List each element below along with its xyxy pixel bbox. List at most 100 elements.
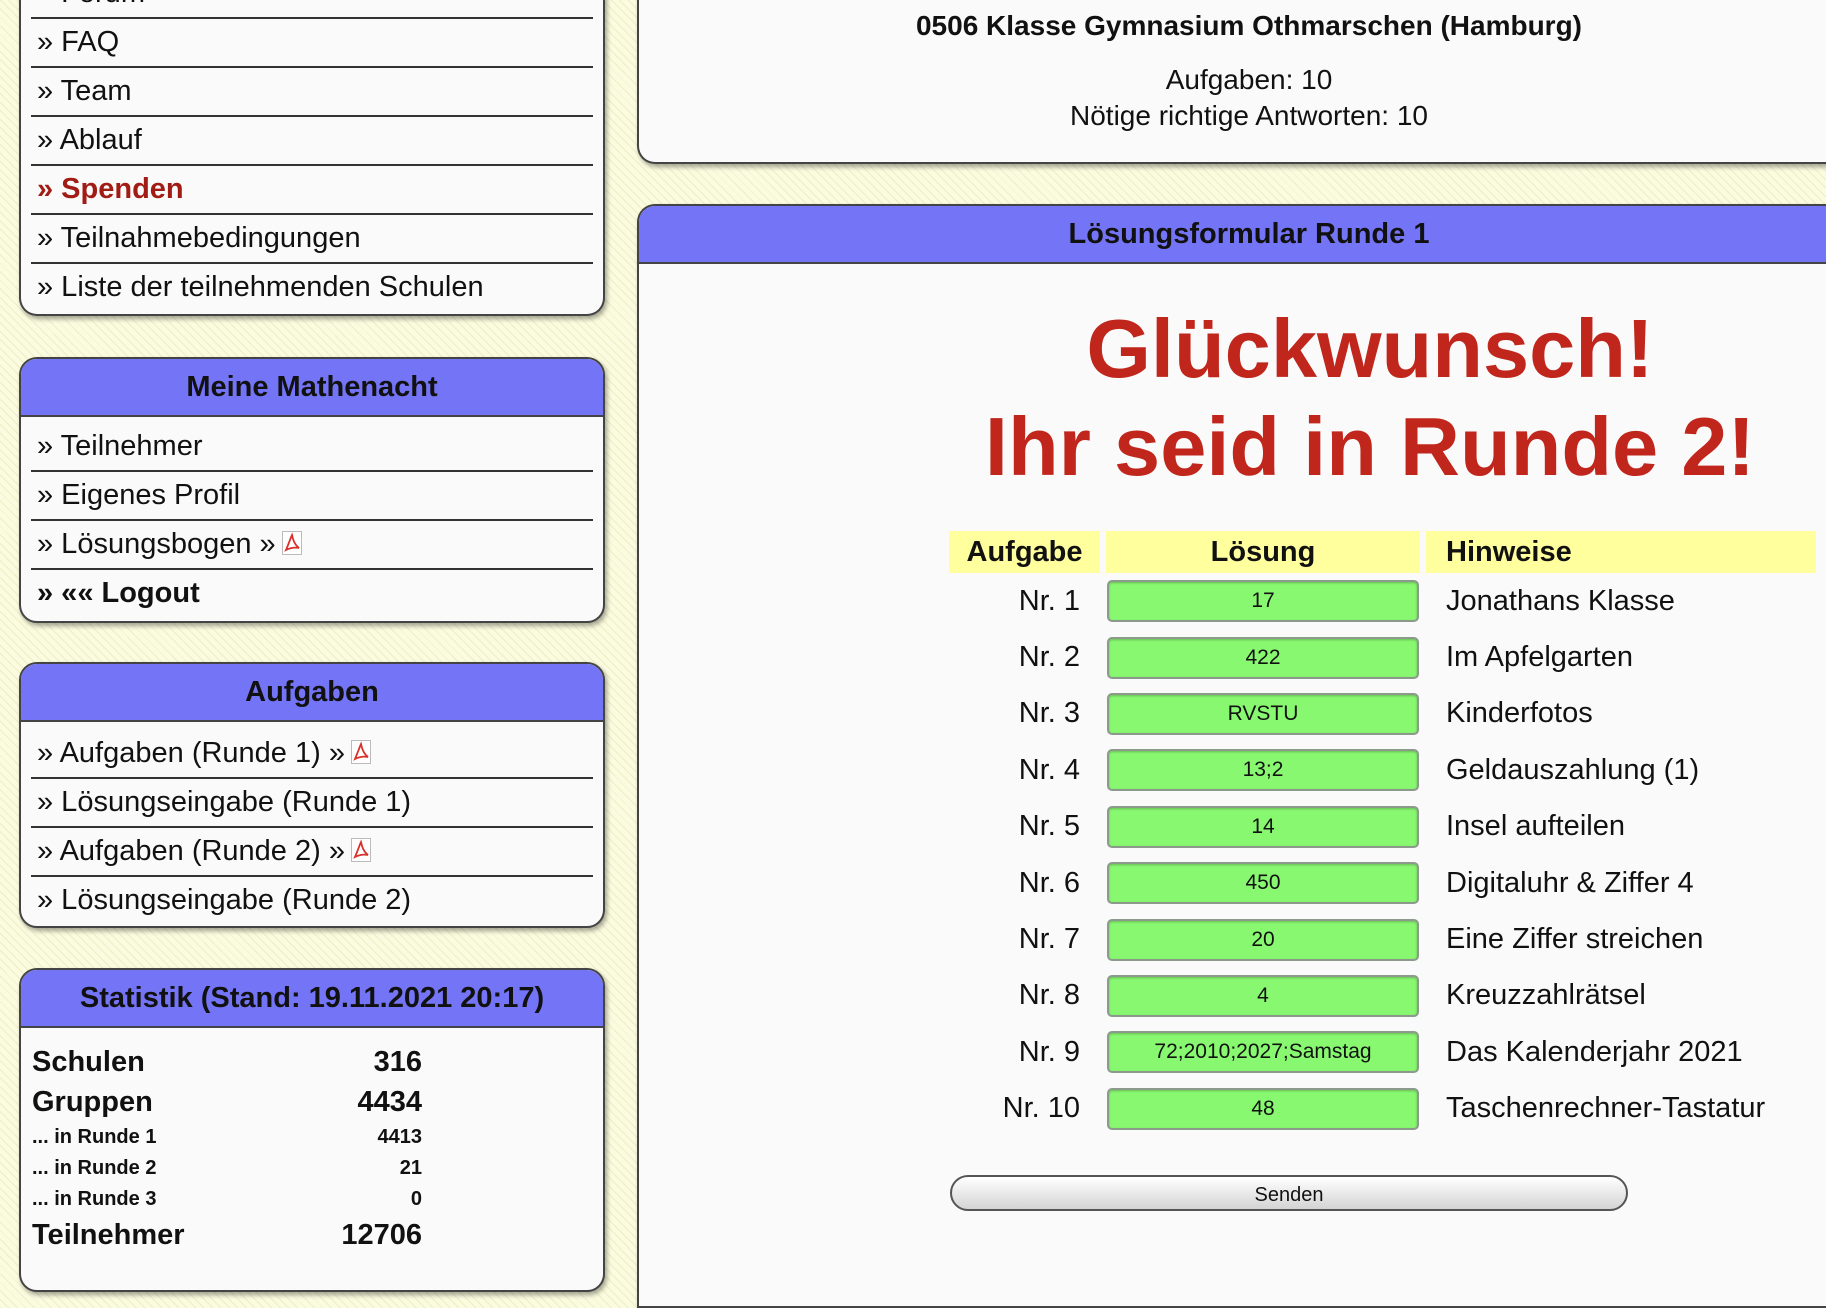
stat-label: Teilnehmer	[32, 1218, 185, 1251]
stat-row: ... in Runde 3 0	[32, 1184, 422, 1215]
answer-field[interactable]: 14	[1107, 805, 1419, 848]
table-row: Nr. 9 72;2010;2027;Samstag Das Kalenderjah…	[949, 1024, 1816, 1080]
hint-text: Jonathans Klasse	[1446, 584, 1675, 617]
stat-row: ... in Runde 1 4413	[32, 1122, 422, 1153]
col-header-aufgabe: Aufgabe	[949, 531, 1100, 573]
table-row: Nr. 6 450 Digitaluhr & Ziffer 4	[949, 855, 1816, 911]
meine-mathenacht-nav: » Teilnehmer » Eigenes Profil » Lösungsb…	[21, 417, 603, 617]
table-row: Nr. 2 422 Im Apfelgarten	[949, 629, 1816, 685]
nav-item-loesungseingabe-runde2[interactable]: » Lösungseingabe (Runde 2)	[31, 877, 593, 924]
answer-field[interactable]: 4	[1107, 974, 1419, 1017]
nav-item-teilnahmebedingungen[interactable]: » Teilnahmebedingungen	[31, 215, 593, 264]
team-class-name: 0506 Klasse Gymnasium Othmarschen (Hambu…	[915, 10, 1582, 41]
pdf-icon[interactable]	[281, 531, 302, 555]
hint-text: Kreuzzahlrätsel	[1446, 979, 1646, 1012]
stat-label: ... in Runde 3	[32, 1188, 157, 1210]
aufgabe-nr: Nr. 2	[1018, 641, 1080, 674]
nav-item-schulliste[interactable]: » Liste der teilnehmenden Schulen	[31, 264, 593, 311]
aufgabe-nr: Nr. 6	[1018, 866, 1080, 899]
main-nav-box: » Forum » FAQ » Team » Ablauf » Spenden …	[19, 0, 605, 316]
team-info-box: 0506 Klasse Gymnasium Othmarschen (Hambu…	[637, 0, 1826, 164]
answer-field[interactable]: 422	[1107, 636, 1419, 679]
meine-mathenacht-title: Meine Mathenacht	[21, 359, 603, 417]
table-row: Nr. 5 14 Insel aufteilen	[949, 799, 1816, 855]
congrats-message: Glückwunsch! Ihr seid in Runde 2!	[940, 300, 1800, 496]
stat-label: ... in Runde 2	[32, 1157, 157, 1179]
nav-item-faq[interactable]: » FAQ	[31, 19, 593, 68]
table-row: Nr. 10 48 Taschenrechner-Tastatur	[949, 1081, 1816, 1137]
nav-item-logout[interactable]: » «« Logout	[31, 570, 593, 617]
pdf-icon[interactable]	[350, 838, 371, 862]
stat-row: ... in Runde 2 21	[32, 1153, 422, 1184]
main-nav: » Forum » FAQ » Team » Ablauf » Spenden …	[21, 0, 603, 311]
nav-item-loesungsbogen-label: » Lösungsbogen »	[37, 528, 276, 560]
table-row: Nr. 7 20 Eine Ziffer streichen	[949, 911, 1816, 967]
stat-value: 4413	[377, 1126, 423, 1148]
aufgaben-box: Aufgaben » Aufgaben (Runde 1) » » Lösung…	[19, 662, 605, 928]
answer-field[interactable]: 20	[1107, 918, 1419, 961]
stat-row: Gruppen 4434	[32, 1082, 422, 1122]
stat-label: Schulen	[32, 1045, 145, 1078]
nav-item-loesungsbogen[interactable]: » Lösungsbogen »	[31, 521, 593, 570]
nav-item-aufgaben-runde2-label: » Aufgaben (Runde 2) »	[37, 835, 345, 867]
stat-row: Teilnehmer 12706	[32, 1215, 422, 1255]
noetige-antworten: Nötige richtige Antworten: 10	[1070, 100, 1428, 131]
nav-item-teilnehmer[interactable]: » Teilnehmer	[31, 423, 593, 472]
congrats-line1: Glückwunsch!	[1086, 302, 1654, 395]
aufgabe-nr: Nr. 7	[1018, 923, 1080, 956]
statistik-title: Statistik (Stand: 19.11.2021 20:17)	[21, 970, 603, 1028]
hint-text: Digitaluhr & Ziffer 4	[1446, 866, 1694, 899]
statistik-table: Schulen 316 Gruppen 4434 ... in Runde 1 441…	[32, 1042, 422, 1255]
col-header-hinweise: Hinweise	[1426, 531, 1816, 573]
aufgabe-nr: Nr. 9	[1018, 1035, 1080, 1068]
nav-item-loesungseingabe-runde1[interactable]: » Lösungseingabe (Runde 1)	[31, 779, 593, 828]
table-row: Nr. 8 4 Kreuzzahlrätsel	[949, 968, 1816, 1024]
answer-field[interactable]: 13;2	[1107, 749, 1419, 792]
nav-item-aufgaben-runde2[interactable]: » Aufgaben (Runde 2) »	[31, 828, 593, 877]
nav-item-team[interactable]: » Team	[31, 68, 593, 117]
aufgabe-nr: Nr. 1	[1018, 584, 1080, 617]
answer-field[interactable]: 17	[1107, 580, 1419, 623]
stat-label: ... in Runde 1	[32, 1126, 157, 1148]
aufgabe-nr: Nr. 3	[1018, 697, 1080, 730]
hint-text: Eine Ziffer streichen	[1446, 923, 1704, 956]
nav-item-spenden[interactable]: » Spenden	[31, 166, 593, 215]
aufgaben-title: Aufgaben	[21, 664, 603, 722]
loesungsformular-title: Lösungsformular Runde 1	[639, 206, 1826, 264]
hint-text: Im Apfelgarten	[1446, 641, 1633, 674]
hint-text: Insel aufteilen	[1446, 810, 1625, 843]
stat-label: Gruppen	[32, 1085, 153, 1118]
stat-value: 316	[373, 1045, 422, 1078]
answer-field[interactable]: 48	[1107, 1087, 1419, 1130]
answer-field[interactable]: 72;2010;2027;Samstag	[1107, 1031, 1419, 1074]
aufgabe-nr: Nr. 5	[1018, 810, 1080, 843]
answer-field[interactable]: RVSTU	[1107, 692, 1419, 735]
solution-table: Aufgabe Lösung Hinweise Nr. 1 17 Jonathans…	[943, 531, 1822, 1137]
hint-text: Kinderfotos	[1446, 697, 1593, 730]
aufgabe-nr: Nr. 8	[1018, 979, 1080, 1012]
stat-value: 12706	[341, 1218, 422, 1251]
nav-item-aufgaben-runde1-label: » Aufgaben (Runde 1) »	[37, 737, 345, 769]
nav-item-aufgaben-runde1[interactable]: » Aufgaben (Runde 1) »	[31, 730, 593, 779]
statistik-box: Statistik (Stand: 19.11.2021 20:17) Schu…	[19, 968, 605, 1292]
hint-text: Taschenrechner-Tastatur	[1446, 1092, 1766, 1125]
table-row: Nr. 3 RVSTU Kinderfotos	[949, 686, 1816, 742]
nav-item-eigenes-profil[interactable]: » Eigenes Profil	[31, 472, 593, 521]
aufgabe-nr: Nr. 4	[1018, 753, 1080, 786]
solution-table-header: Aufgabe Lösung Hinweise	[949, 531, 1816, 573]
answer-field[interactable]: 450	[1107, 862, 1419, 905]
pdf-icon[interactable]	[350, 740, 371, 764]
stat-value: 0	[410, 1188, 422, 1210]
stat-row: Schulen 316	[32, 1042, 422, 1082]
col-header-loesung: Lösung	[1106, 531, 1420, 573]
aufgaben-nav: » Aufgaben (Runde 1) » » Lösungseingabe …	[21, 722, 603, 924]
aufgaben-count: Aufgaben: 10	[1165, 64, 1333, 95]
meine-mathenacht-box: Meine Mathenacht » Teilnehmer » Eigenes …	[19, 357, 605, 623]
stat-value: 21	[399, 1157, 422, 1179]
senden-button[interactable]: Senden	[950, 1175, 1628, 1211]
stat-value: 4434	[357, 1085, 422, 1118]
hint-text: Geldauszahlung (1)	[1446, 753, 1700, 786]
hint-text: Das Kalenderjahr 2021	[1446, 1035, 1743, 1068]
nav-item-forum[interactable]: » Forum	[31, 0, 593, 19]
nav-item-ablauf[interactable]: » Ablauf	[31, 117, 593, 166]
